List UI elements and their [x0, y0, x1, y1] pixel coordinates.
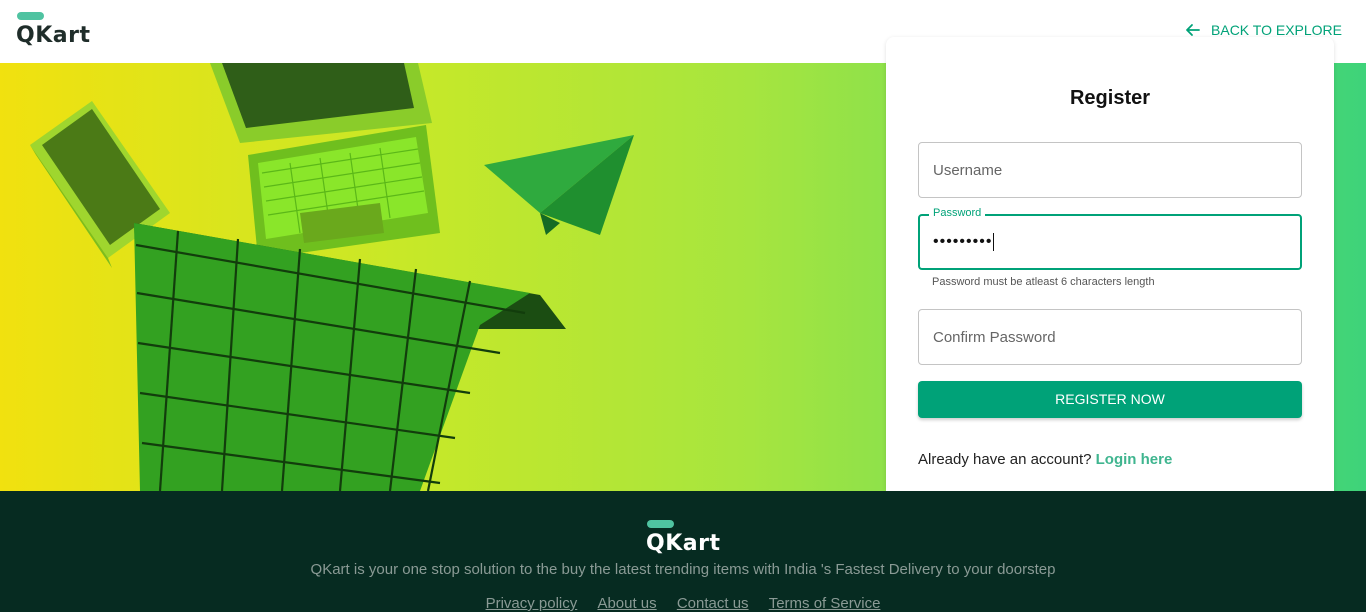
shopping-illustration: [30, 63, 634, 491]
terms-of-service-link[interactable]: Terms of Service: [769, 595, 881, 612]
confirm-password-input[interactable]: Confirm Password: [918, 309, 1302, 365]
username-input[interactable]: Username: [918, 142, 1302, 198]
password-value: •••••••••: [933, 233, 995, 251]
about-us-link[interactable]: About us: [597, 595, 656, 612]
laptop-illustration: [210, 63, 440, 259]
contact-us-link[interactable]: Contact us: [677, 595, 749, 612]
footer-links: Privacy policy About us Contact us Terms…: [0, 595, 1366, 612]
footer-logo-pill-icon: [647, 520, 674, 528]
back-to-explore-link[interactable]: BACK TO EXPLORE: [1185, 22, 1342, 38]
back-to-explore-label: BACK TO EXPLORE: [1211, 22, 1342, 38]
footer-logo-text: QKart: [646, 531, 721, 556]
text-caret: [993, 233, 995, 251]
logo-pill-icon: [17, 12, 44, 20]
register-card: Register Username Password ••••••••• Pas…: [886, 37, 1334, 491]
paper-plane-illustration: [484, 135, 634, 235]
login-prompt-text: Already have an account?: [918, 451, 1092, 468]
confirm-password-placeholder: Confirm Password: [933, 329, 1056, 346]
privacy-policy-link[interactable]: Privacy policy: [486, 595, 578, 612]
register-title: Register: [1069, 87, 1151, 109]
username-placeholder: Username: [933, 162, 1003, 179]
basket-illustration: [134, 223, 566, 491]
register-now-button[interactable]: REGISTER NOW: [918, 381, 1302, 418]
qkart-logo[interactable]: QKart: [16, 12, 96, 52]
login-here-link[interactable]: Login here: [1096, 451, 1173, 468]
footer-tagline: QKart is your one stop solution to the b…: [310, 561, 1056, 578]
logo-text: QKart: [16, 23, 91, 48]
password-input[interactable]: Password •••••••••: [918, 207, 1302, 270]
footer-logo: QKart: [646, 520, 726, 560]
arrow-left-icon: [1186, 24, 1200, 36]
password-label: Password: [929, 207, 986, 219]
footer: QKart QKart is your one stop solution to…: [0, 491, 1366, 612]
password-helper-text: Password must be atleast 6 characters le…: [932, 276, 1155, 288]
login-prompt: Already have an account? Login here: [918, 451, 1172, 468]
